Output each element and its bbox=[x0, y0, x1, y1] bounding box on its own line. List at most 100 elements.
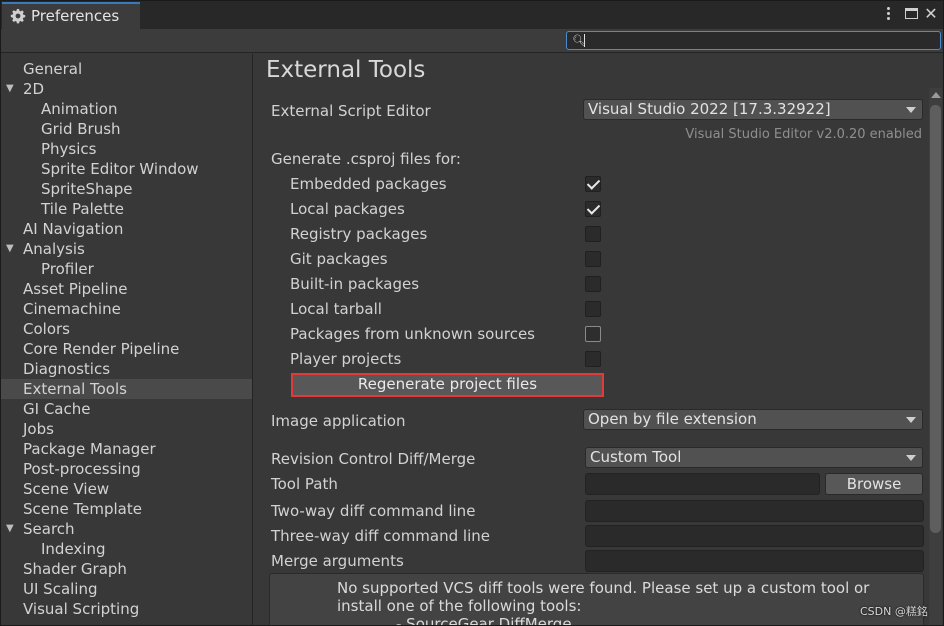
three-way-diff-field[interactable] bbox=[585, 525, 924, 547]
sidebar-item[interactable]: Indexing bbox=[1, 539, 252, 559]
package-option-label: Embedded packages bbox=[290, 175, 447, 193]
sidebar-item[interactable]: Scene View bbox=[1, 479, 252, 499]
browse-button[interactable]: Browse bbox=[825, 473, 923, 495]
chevron-down-icon bbox=[906, 455, 916, 461]
sidebar-item-label: UI Scaling bbox=[23, 580, 98, 598]
package-option-label: Local packages bbox=[290, 200, 405, 218]
tab-title: Preferences bbox=[31, 7, 120, 25]
sidebar-item[interactable]: Grid Brush bbox=[1, 119, 252, 139]
chevron-down-icon bbox=[906, 107, 916, 113]
sidebar-item-label: 2D bbox=[23, 80, 45, 98]
sidebar-item-label: Indexing bbox=[41, 540, 106, 558]
scroll-up-icon[interactable] bbox=[931, 92, 941, 98]
sidebar-item[interactable]: Cinemachine bbox=[1, 299, 252, 319]
sidebar-item[interactable]: AI Navigation bbox=[1, 219, 252, 239]
sidebar: General ▼ 2D Animation Grid Brush Physics Spri… bbox=[1, 54, 253, 625]
sidebar-item-label: Colors bbox=[23, 320, 70, 338]
package-option-label: Git packages bbox=[290, 250, 388, 268]
sidebar-item[interactable]: Shader Graph bbox=[1, 559, 252, 579]
revision-control-dropdown[interactable]: Custom Tool bbox=[585, 447, 923, 468]
sidebar-item-label: Cinemachine bbox=[23, 300, 121, 318]
script-editor-dropdown[interactable]: Visual Studio 2022 [17.3.32922] bbox=[583, 99, 923, 120]
sidebar-item-label: Animation bbox=[41, 100, 118, 118]
expand-triangle-icon[interactable]: ▼ bbox=[6, 239, 14, 259]
sidebar-item-label: Scene Template bbox=[23, 500, 142, 518]
sidebar-item[interactable]: Visual Scripting bbox=[1, 599, 252, 619]
sidebar-item-label: Shader Graph bbox=[23, 560, 127, 578]
sidebar-item-label: GI Cache bbox=[23, 400, 91, 418]
package-option-label: Player projects bbox=[290, 350, 402, 368]
sidebar-item[interactable]: Diagnostics bbox=[1, 359, 252, 379]
expand-triangle-icon[interactable]: ▼ bbox=[6, 519, 14, 539]
sidebar-item[interactable]: UI Scaling bbox=[1, 579, 252, 599]
two-way-diff-field[interactable] bbox=[585, 500, 924, 522]
sidebar-item[interactable]: SpriteShape bbox=[1, 179, 252, 199]
sidebar-item[interactable]: Package Manager bbox=[1, 439, 252, 459]
maximize-icon[interactable] bbox=[904, 6, 920, 22]
sidebar-item[interactable]: Core Render Pipeline bbox=[1, 339, 252, 359]
revision-control-label: Revision Control Diff/Merge bbox=[271, 450, 476, 468]
text-caret bbox=[584, 34, 585, 47]
package-option-checkbox[interactable] bbox=[585, 326, 601, 342]
vertical-scrollbar[interactable] bbox=[929, 88, 942, 625]
package-option-checkbox[interactable] bbox=[585, 301, 601, 317]
sidebar-item-label: Post-processing bbox=[23, 460, 141, 478]
package-option-checkbox[interactable] bbox=[585, 176, 601, 192]
help-tool-item: - SourceGear DiffMerge bbox=[396, 615, 572, 626]
expand-triangle-icon[interactable]: ▼ bbox=[6, 79, 14, 99]
revision-control-value: Custom Tool bbox=[590, 448, 682, 466]
sidebar-item[interactable]: Physics bbox=[1, 139, 252, 159]
sidebar-item[interactable]: Animation bbox=[1, 99, 252, 119]
sidebar-item[interactable]: Colors bbox=[1, 319, 252, 339]
preferences-window: Preferences ✕ 🔍︎ General ▼ 2D Animation Grid… bbox=[0, 0, 944, 626]
main-panel: External Tools External Script Editor Vi… bbox=[254, 54, 943, 626]
sidebar-item-label: Physics bbox=[41, 140, 97, 158]
chevron-down-icon bbox=[906, 417, 916, 423]
sidebar-item-label: General bbox=[23, 60, 83, 78]
scrollbar-thumb[interactable] bbox=[930, 105, 941, 533]
regenerate-project-files-button[interactable]: Regenerate project files bbox=[291, 373, 604, 397]
sidebar-item[interactable]: Sprite Editor Window bbox=[1, 159, 252, 179]
sidebar-item[interactable]: Post-processing bbox=[1, 459, 252, 479]
image-application-label: Image application bbox=[271, 412, 406, 430]
sidebar-item-label: Profiler bbox=[41, 260, 94, 278]
package-option-checkbox[interactable] bbox=[585, 351, 601, 367]
sidebar-item-label: External Tools bbox=[23, 380, 127, 398]
kebab-menu-icon[interactable] bbox=[881, 6, 897, 22]
merge-arguments-field[interactable] bbox=[585, 550, 924, 572]
sidebar-item[interactable]: ▼ 2D bbox=[1, 79, 252, 99]
sidebar-item[interactable]: Asset Pipeline bbox=[1, 279, 252, 299]
sidebar-item-label: Visual Scripting bbox=[23, 600, 140, 618]
sidebar-item[interactable]: External Tools bbox=[1, 379, 252, 399]
search-input[interactable]: 🔍︎ bbox=[566, 31, 941, 50]
sidebar-item[interactable]: General bbox=[1, 59, 252, 79]
tool-path-field[interactable] bbox=[585, 473, 820, 495]
package-option-label: Registry packages bbox=[290, 225, 428, 243]
gear-icon bbox=[10, 9, 26, 24]
sidebar-item[interactable]: ▼ Search bbox=[1, 519, 252, 539]
sidebar-item[interactable]: ▼ Analysis bbox=[1, 239, 252, 259]
close-icon[interactable]: ✕ bbox=[923, 6, 939, 22]
sidebar-item[interactable]: GI Cache bbox=[1, 399, 252, 419]
sidebar-item[interactable]: Scene Template bbox=[1, 499, 252, 519]
script-editor-label: External Script Editor bbox=[271, 102, 431, 120]
sidebar-item-label: Diagnostics bbox=[23, 360, 111, 378]
two-way-diff-label: Two-way diff command line bbox=[271, 502, 476, 520]
sidebar-item-label: AI Navigation bbox=[23, 220, 124, 238]
image-application-dropdown[interactable]: Open by file extension bbox=[583, 409, 923, 430]
preferences-tab[interactable]: Preferences bbox=[2, 2, 140, 29]
help-message: No supported VCS diff tools were found. … bbox=[337, 579, 870, 615]
sidebar-item[interactable]: Jobs bbox=[1, 419, 252, 439]
sidebar-item[interactable]: Tile Palette bbox=[1, 199, 252, 219]
sidebar-item-label: Sprite Editor Window bbox=[41, 160, 199, 178]
help-box: No supported VCS diff tools were found. … bbox=[269, 573, 924, 626]
sidebar-item-label: Scene View bbox=[23, 480, 110, 498]
sidebar-item-label: Analysis bbox=[23, 240, 85, 258]
package-option-checkbox[interactable] bbox=[585, 201, 601, 217]
three-way-diff-label: Three-way diff command line bbox=[271, 527, 490, 545]
package-option-checkbox[interactable] bbox=[585, 276, 601, 292]
sidebar-item-label: Package Manager bbox=[23, 440, 156, 458]
package-option-checkbox[interactable] bbox=[585, 251, 601, 267]
package-option-checkbox[interactable] bbox=[585, 226, 601, 242]
sidebar-item[interactable]: Profiler bbox=[1, 259, 252, 279]
